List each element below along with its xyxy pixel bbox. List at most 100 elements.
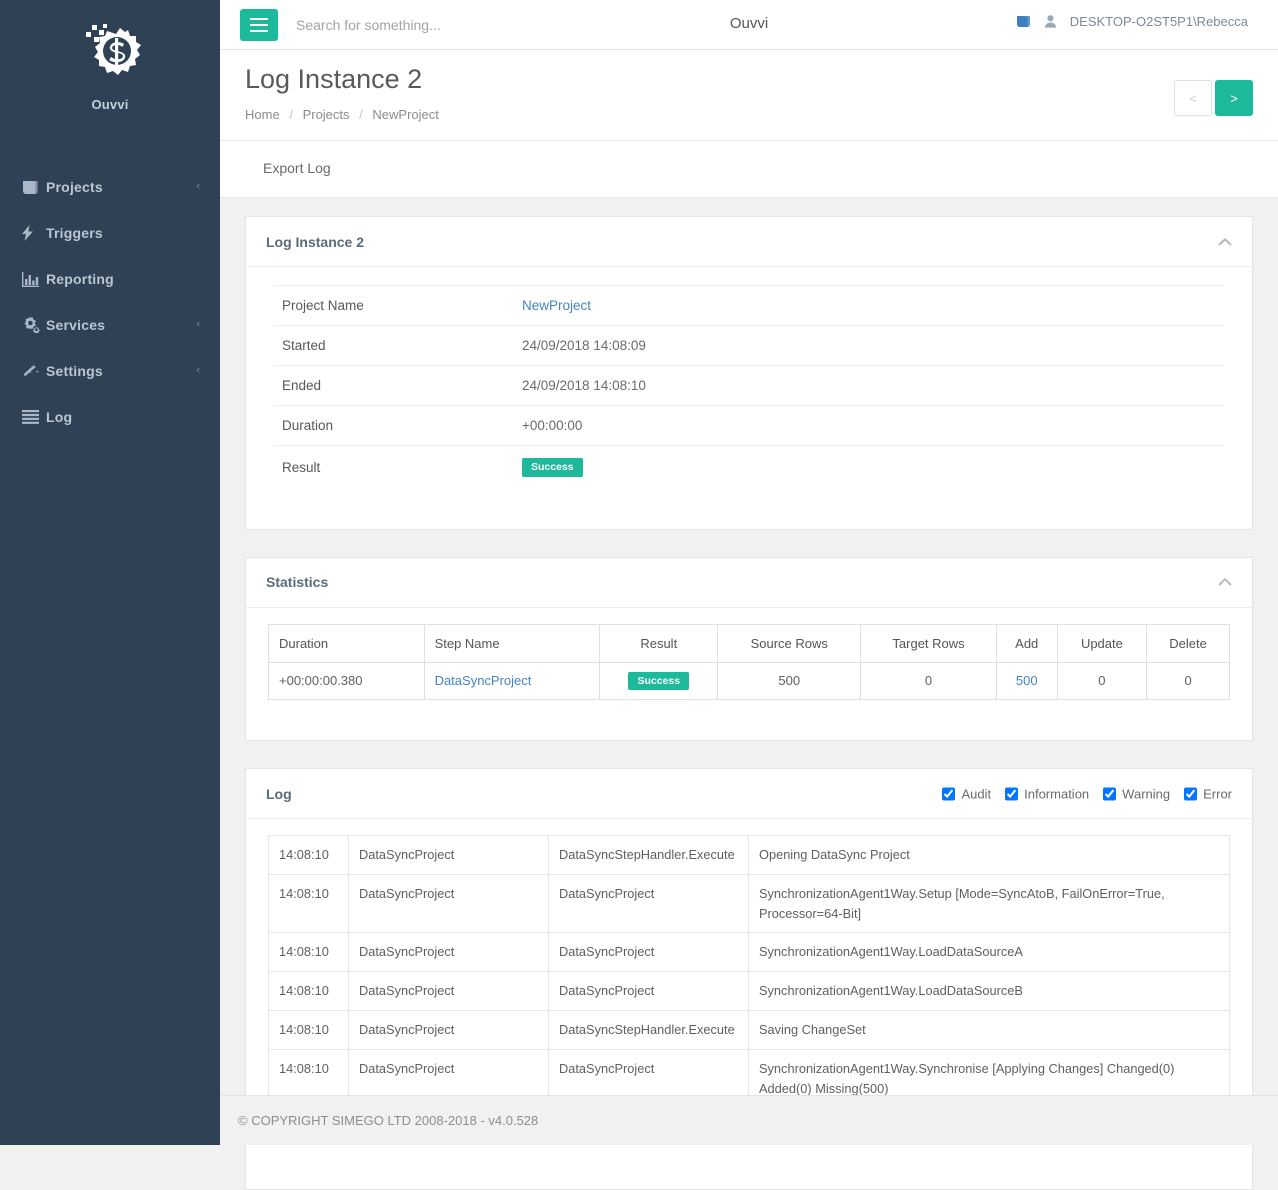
chevron-up-icon[interactable] <box>1218 235 1232 248</box>
cell-result: Success <box>599 661 719 700</box>
cell-project: DataSyncProject <box>348 835 549 875</box>
detail-label: Duration <box>282 418 334 433</box>
table-row: Started 24/09/2018 14:08:09 <box>274 325 1224 366</box>
detail-value: 24/09/2018 14:08:09 <box>522 338 646 353</box>
book-icon <box>22 179 46 195</box>
cell-target-rows: 0 <box>860 661 997 700</box>
cell-project: DataSyncProject <box>348 873 549 934</box>
filter-label: Error <box>1203 786 1232 801</box>
sidebar-nav: Projects ‹ Triggers Reporting Services ‹… <box>0 164 220 440</box>
previous-button[interactable]: < <box>1174 80 1212 116</box>
filter-warning-checkbox[interactable] <box>1103 787 1117 800</box>
breadcrumb-item-newproject[interactable]: NewProject <box>372 107 438 122</box>
cell-project: DataSyncProject <box>348 971 549 1012</box>
hamburger-icon[interactable] <box>240 9 278 41</box>
sidebar-item-triggers[interactable]: Triggers <box>0 210 220 256</box>
column-header-add: Add <box>995 623 1058 663</box>
breadcrumb-item-projects[interactable]: Projects <box>303 107 350 122</box>
chevron-up-icon[interactable] <box>1218 576 1232 589</box>
cell-source: DataSyncProject <box>548 971 749 1012</box>
bolt-icon <box>22 225 46 241</box>
cell-message: SynchronizationAgent1Way.Setup [Mode=Syn… <box>748 873 1230 934</box>
sidebar-item-services[interactable]: Services ‹ <box>0 302 220 348</box>
statistics-table: Duration Step Name Result Source Rows Ta… <box>268 623 1230 700</box>
column-header-step-name: Step Name <box>423 623 601 663</box>
breadcrumb-separator: / <box>289 107 293 122</box>
detail-value: +00:00:00 <box>522 418 583 433</box>
table-row: 14:08:10 DataSyncProject DataSyncProject… <box>268 971 1230 1012</box>
column-header-update: Update <box>1056 623 1148 663</box>
hamburger-bar <box>250 24 268 26</box>
card-header: Log Audit Information Warning Error <box>246 769 1252 819</box>
filter-warning[interactable]: Warning <box>1103 786 1170 801</box>
list-icon <box>22 409 46 425</box>
footer: © COPYRIGHT SIMEGO LTD 2008-2018 - v4.0.… <box>220 1095 1278 1145</box>
cell-duration: +00:00:00.380 <box>268 661 425 700</box>
sidebar-item-label: Reporting <box>46 271 114 287</box>
filter-audit[interactable]: Audit <box>942 786 991 801</box>
sidebar-item-label: Log <box>46 409 73 425</box>
cell-message: Saving ChangeSet <box>748 1010 1230 1050</box>
main-content: Log Instance 2 Project Name NewProject S… <box>220 198 1278 1190</box>
filter-information[interactable]: Information <box>1005 786 1089 801</box>
add-count-link[interactable]: 500 <box>1016 673 1038 688</box>
detail-value: Success <box>514 446 1224 489</box>
sidebar-item-label: Projects <box>46 179 103 195</box>
brand[interactable]: Ouvvi <box>0 0 220 112</box>
sidebar-item-label: Triggers <box>46 225 103 241</box>
export-log-button[interactable]: Export Log <box>263 160 331 176</box>
statistics-card: Statistics Duration Step Name Result Sou… <box>245 556 1253 741</box>
column-header-result: Result <box>599 623 719 663</box>
status-badge: Success <box>522 458 583 477</box>
sidebar-item-label: Settings <box>46 363 103 379</box>
cell-update: 0 <box>1056 661 1148 700</box>
search-input[interactable] <box>294 13 594 37</box>
cell-source: DataSyncProject <box>548 873 749 934</box>
breadcrumb: Home / Projects / NewProject <box>245 107 439 122</box>
cell-project: DataSyncProject <box>348 932 549 973</box>
step-name-link[interactable]: DataSyncProject <box>435 673 532 688</box>
detail-label: Result <box>282 459 321 475</box>
detail-value: 24/09/2018 14:08:10 <box>522 378 646 393</box>
cell-time: 14:08:10 <box>268 932 349 973</box>
next-button[interactable]: > <box>1215 80 1253 116</box>
sidebar-item-projects[interactable]: Projects ‹ <box>0 164 220 210</box>
cell-message: SynchronizationAgent1Way.LoadDataSourceA <box>748 932 1230 973</box>
magic-wand-icon <box>22 363 46 379</box>
cell-time: 14:08:10 <box>268 835 349 875</box>
sidebar-item-log[interactable]: Log <box>0 394 220 440</box>
cell-time: 14:08:10 <box>268 971 349 1012</box>
filter-information-checkbox[interactable] <box>1005 787 1019 800</box>
hamburger-bar <box>250 30 268 32</box>
copyright-text: © COPYRIGHT SIMEGO LTD 2008-2018 - v4.0.… <box>238 1113 539 1128</box>
table-row: 14:08:10 DataSyncProject DataSyncProject… <box>268 873 1230 934</box>
chevron-left-icon: ‹ <box>196 318 200 331</box>
breadcrumb-item-home[interactable]: Home <box>245 107 280 122</box>
sidebar-item-settings[interactable]: Settings ‹ <box>0 348 220 394</box>
cell-step-name: DataSyncProject <box>423 661 601 700</box>
topbar-right: DESKTOP-O2ST5P1\Rebecca <box>1016 14 1248 29</box>
detail-value: NewProject <box>514 286 1224 326</box>
cell-time: 14:08:10 <box>268 873 349 934</box>
card-header: Statistics <box>246 558 1252 608</box>
filter-label: Information <box>1024 786 1090 801</box>
page-header: Log Instance 2 Home / Projects / NewProj… <box>220 50 1278 141</box>
breadcrumb-separator: / <box>359 107 363 122</box>
book-icon[interactable] <box>1016 15 1031 28</box>
table-row: 14:08:10 DataSyncProject DataSyncProject… <box>268 932 1230 973</box>
gear-s-logo-icon <box>86 24 141 75</box>
cogs-icon <box>22 317 46 333</box>
project-name-link[interactable]: NewProject <box>522 298 591 313</box>
hamburger-bar <box>250 18 268 20</box>
instance-detail-table: Project Name NewProject Started 24/09/20… <box>274 285 1224 489</box>
cell-message: Opening DataSync Project <box>748 835 1230 875</box>
filter-error-checkbox[interactable] <box>1184 787 1198 800</box>
cell-message: SynchronizationAgent1Way.LoadDataSourceB <box>748 971 1230 1012</box>
page-title: Log Instance 2 <box>245 64 423 94</box>
cell-project: DataSyncProject <box>348 1010 549 1050</box>
sidebar-item-reporting[interactable]: Reporting <box>0 256 220 302</box>
filter-error[interactable]: Error <box>1184 786 1232 801</box>
topbar: Ouvvi DESKTOP-O2ST5P1\Rebecca <box>220 0 1278 50</box>
cell-delete: 0 <box>1146 661 1230 700</box>
filter-audit-checkbox[interactable] <box>942 787 956 800</box>
